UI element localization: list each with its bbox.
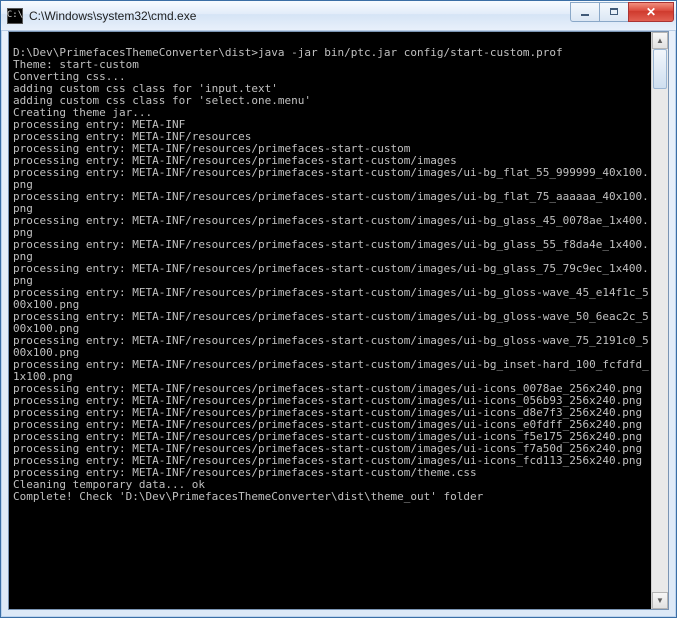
titlebar[interactable]: C:\ C:\Windows\system32\cmd.exe ✕: [1, 1, 676, 31]
client-area: D:\Dev\PrimefacesThemeConverter\dist>jav…: [8, 31, 669, 610]
maximize-button[interactable]: [599, 2, 629, 22]
scroll-thumb[interactable]: [653, 49, 667, 89]
minimize-button[interactable]: [570, 2, 600, 22]
cmd-window: C:\ C:\Windows\system32\cmd.exe ✕ D:\Dev…: [0, 0, 677, 618]
cmd-icon-glyph: C:\: [7, 11, 23, 20]
close-button[interactable]: ✕: [628, 2, 674, 22]
cmd-icon: C:\: [7, 8, 23, 24]
close-icon: ✕: [646, 5, 656, 19]
scroll-up-button[interactable]: ▲: [652, 32, 668, 49]
scroll-down-button[interactable]: ▼: [652, 592, 668, 609]
window-controls: ✕: [571, 2, 674, 22]
vertical-scrollbar[interactable]: ▲ ▼: [651, 32, 668, 609]
minimize-icon: [581, 14, 589, 16]
maximize-icon: [610, 8, 618, 15]
console-output[interactable]: D:\Dev\PrimefacesThemeConverter\dist>jav…: [9, 32, 651, 609]
window-title: C:\Windows\system32\cmd.exe: [29, 9, 571, 23]
scroll-track[interactable]: [652, 49, 668, 592]
